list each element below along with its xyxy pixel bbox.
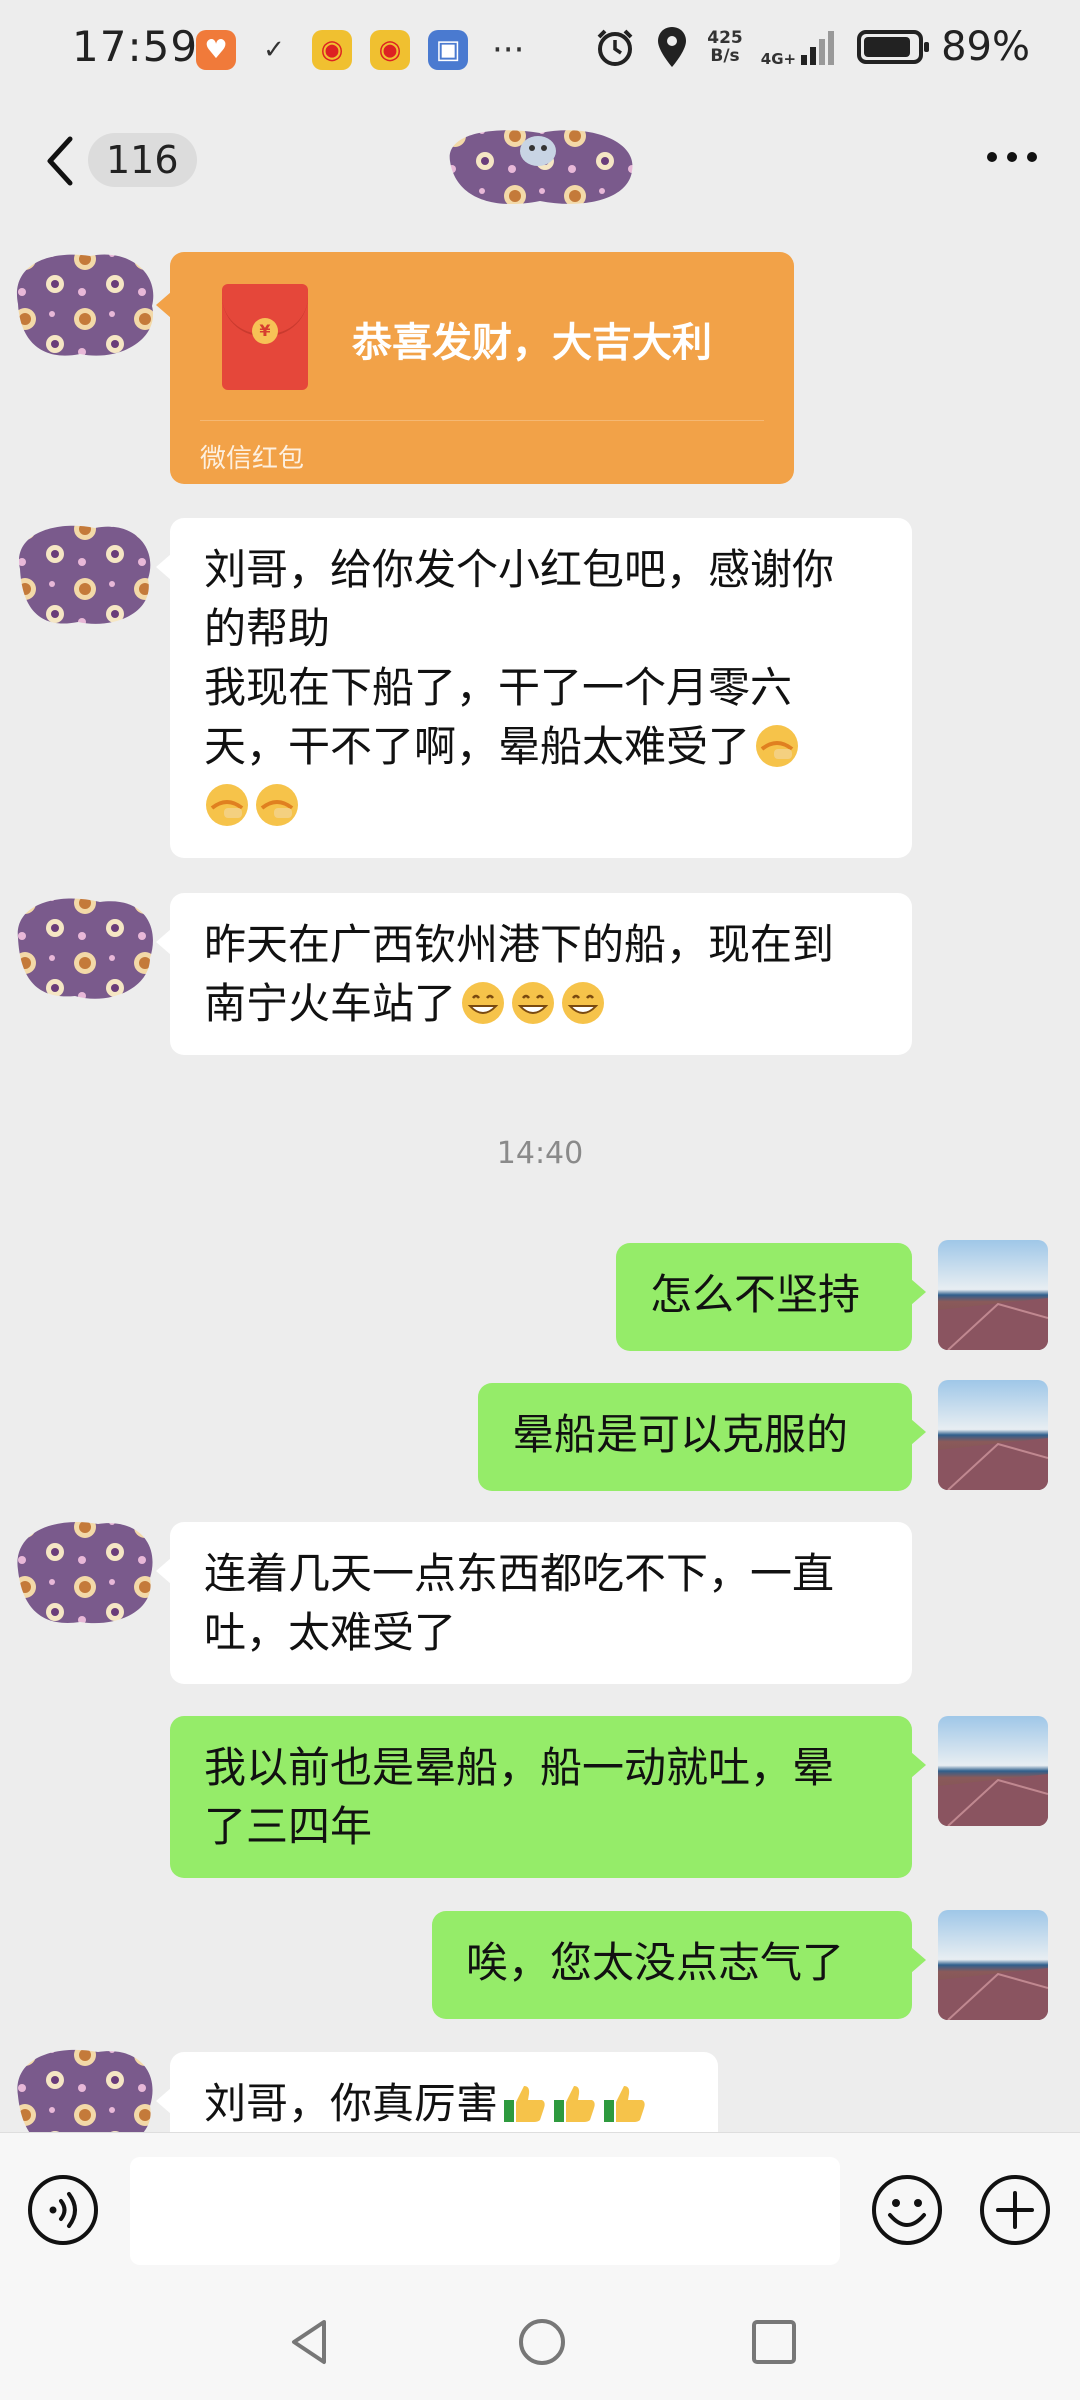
net-speed-value: 425	[707, 28, 743, 48]
message-text: 南宁火车站了	[204, 979, 457, 1028]
status-bar: 17:59 ♥ ✓ ◉ ◉ ▣ ··· 425 B/s 4G+ 89%	[0, 0, 1080, 105]
red-packet-footer: 微信红包	[200, 444, 305, 474]
battery-percent: 89%	[941, 24, 1030, 70]
system-back-button[interactable]	[280, 2312, 340, 2372]
red-packet-coin: ¥	[252, 318, 278, 344]
back-button[interactable]	[36, 131, 86, 191]
signal-group: 4G+	[761, 27, 839, 67]
system-home-button[interactable]	[512, 2312, 572, 2372]
contact-avatar[interactable]	[10, 888, 160, 1008]
message-bubble-incoming[interactable]: 昨天在广西钦州港下的船，现在到 南宁火车站了	[156, 893, 912, 1055]
unread-count-badge[interactable]: 116	[88, 133, 197, 187]
message-bubble-outgoing[interactable]: 晕船是可以克服的	[478, 1383, 926, 1491]
message-line: 天，干不了啊，晕船太难受了	[204, 717, 878, 776]
message-input[interactable]	[130, 2157, 840, 2265]
message-line: 我现在下船了，干了一个月零六	[204, 658, 878, 717]
red-packet-divider	[200, 420, 764, 421]
network-type: 4G+	[760, 50, 797, 68]
message-line: 刘哥，你真厉害	[204, 2074, 684, 2133]
red-packet-icon: ¥	[222, 284, 308, 390]
net-speed-unit: B/s	[710, 46, 740, 66]
red-packet-message[interactable]: ¥ 恭喜发财，大吉大利 微信红包	[156, 252, 794, 484]
facepalm-emoji-icon	[256, 784, 298, 826]
message-bubble-incoming[interactable]: 连着几天一点东西都吃不下，一直 吐，太难受了	[156, 1522, 912, 1684]
message-line	[204, 776, 878, 835]
input-bar	[0, 2132, 1080, 2283]
thumbs-up-emoji-icon	[604, 2086, 645, 2122]
message-bubble-outgoing[interactable]: 唉，您太没点志气了	[432, 1911, 926, 2019]
my-avatar[interactable]	[938, 1910, 1048, 2020]
facepalm-emoji-icon	[206, 784, 248, 826]
message-text: 晕船是可以克服的	[512, 1410, 849, 1459]
message-text: 唉，您太没点志气了	[466, 1938, 845, 1987]
my-avatar[interactable]	[938, 1716, 1048, 1826]
thumbs-up-emoji-icon	[554, 2086, 595, 2122]
my-avatar[interactable]	[938, 1380, 1048, 1490]
alarm-icon	[597, 29, 633, 66]
status-right: 425 B/s 4G+ 89%	[593, 24, 1030, 70]
blue-app-icon: ▣	[428, 30, 468, 70]
more-options-button[interactable]	[982, 145, 1042, 169]
my-avatar[interactable]	[938, 1240, 1048, 1350]
emoji-button[interactable]	[870, 2173, 944, 2247]
more-notifications-icon: ···	[492, 30, 525, 70]
status-time: 17:59	[72, 22, 199, 71]
link-app-icon: ✓	[263, 35, 285, 65]
shield-app-icon: ♥	[196, 30, 236, 70]
grin-emoji-icon	[512, 982, 555, 1024]
system-navigation-bar	[0, 2282, 1080, 2400]
chat-timestamp: 14:40	[496, 1136, 584, 1171]
grin-emoji-icon	[462, 982, 505, 1024]
message-text: 天，干不了啊，晕船太难受了	[204, 722, 751, 771]
facepalm-emoji-icon	[756, 725, 799, 767]
message-text: 怎么不坚持	[650, 1270, 861, 1319]
message-line: 连着几天一点东西都吃不下，一直	[204, 1549, 835, 1598]
message-bubble-outgoing[interactable]: 我以前也是晕船，船一动就吐，晕 了三四年	[170, 1716, 926, 1878]
red-packet-text: 恭喜发财，大吉大利	[352, 320, 712, 366]
grin-emoji-icon	[562, 982, 605, 1024]
message-bubble-incoming[interactable]: 刘哥，给你发个小红包吧，感谢你 的帮助 我现在下船了，干了一个月零六 天，干不了…	[156, 518, 912, 858]
message-line: 昨天在广西钦州港下的船，现在到	[204, 920, 835, 969]
notification-icons: ♥ ✓ ◉ ◉ ▣ ···	[196, 30, 524, 70]
weibo-icon: ◉	[370, 30, 410, 70]
voice-input-button[interactable]	[26, 2173, 100, 2247]
battery-fill	[864, 37, 911, 57]
weibo-icon: ◉	[312, 30, 352, 70]
battery-icon	[857, 30, 930, 64]
location-icon	[658, 27, 687, 67]
thumbs-up-emoji-icon	[504, 2086, 545, 2122]
contact-avatar[interactable]	[10, 514, 160, 634]
message-line: 的帮助	[204, 604, 331, 653]
more-functions-button[interactable]	[978, 2173, 1052, 2247]
system-recent-apps-button[interactable]	[744, 2312, 804, 2372]
chat-header: 116	[0, 105, 1080, 220]
avatar-sticker-image	[449, 130, 633, 205]
message-line: 刘哥，给你发个小红包吧，感谢你	[204, 545, 835, 594]
contact-avatar[interactable]	[10, 244, 160, 364]
signal-icon	[801, 31, 835, 65]
message-text: 我现在下船了，干了一个月零六	[204, 663, 793, 712]
contact-avatar[interactable]	[10, 1512, 160, 1632]
message-line: 了三四年	[204, 1802, 373, 1851]
message-line: 我以前也是晕船，船一动就吐，晕	[204, 1743, 835, 1792]
net-speed: 425 B/s	[707, 29, 743, 65]
message-bubble-outgoing[interactable]: 怎么不坚持	[616, 1243, 926, 1351]
message-text: 刘哥，你真厉害	[204, 2079, 499, 2128]
message-line: 吐，太难受了	[204, 1608, 457, 1657]
message-line: 南宁火车站了	[204, 974, 878, 1033]
